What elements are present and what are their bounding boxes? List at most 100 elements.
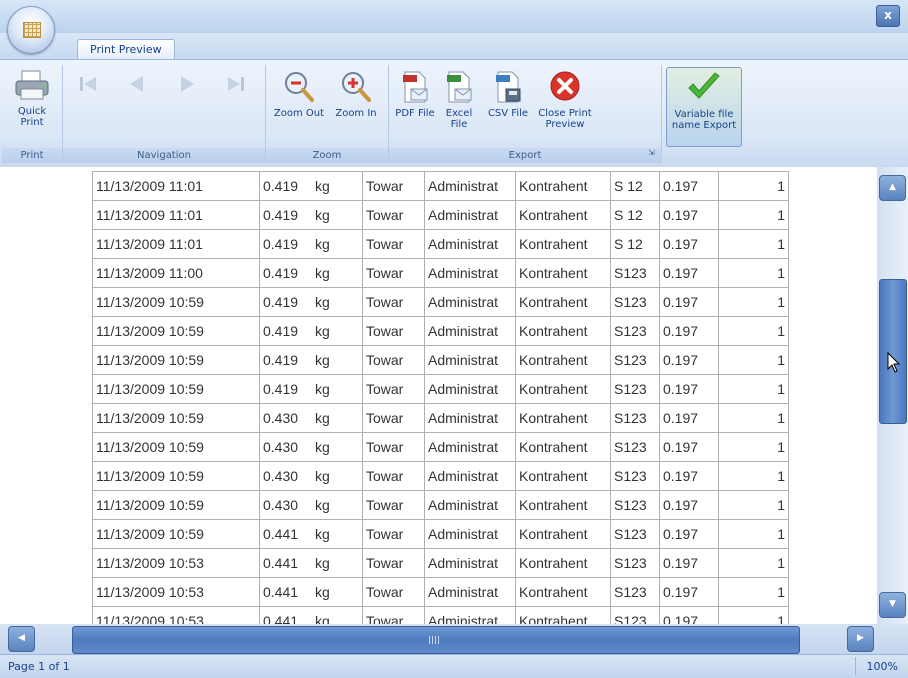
csv-file-button[interactable]: CSV File (485, 69, 531, 119)
status-bar: Page 1 of 1 100% (0, 654, 908, 678)
zoom-in-button[interactable]: Zoom In (330, 69, 382, 119)
user-cell: Administrat (424, 229, 516, 259)
date-cell: 11/13/2009 10:59 (92, 374, 260, 404)
previous-page-button[interactable] (119, 69, 155, 102)
table-row: 11/13/2009 10:53 0.441 kg Towar Administrat K… (92, 606, 789, 624)
variable-file-name-export-button[interactable]: Variable file name Export (666, 67, 742, 147)
user-cell: Administrat (424, 403, 516, 433)
user-cell: Administrat (424, 374, 516, 404)
close-window-button[interactable]: x (876, 5, 900, 27)
user-cell: Administrat (424, 490, 516, 520)
app-logo-icon (23, 22, 41, 38)
date-cell: 11/13/2009 10:59 (92, 403, 260, 433)
pdf-file-button[interactable]: PDF File (393, 69, 437, 119)
price-cell: 0.197 (659, 200, 719, 230)
scroll-left-button[interactable]: ◀ (8, 626, 35, 652)
excel-file-icon (447, 71, 472, 103)
product-cell: Towar (362, 432, 425, 462)
date-cell: 11/13/2009 11:01 (92, 229, 260, 259)
price-cell: 0.197 (659, 374, 719, 404)
zoom-in-icon (342, 72, 371, 102)
scroll-grip-icon (429, 636, 439, 644)
contractor-cell: Kontrahent (515, 171, 611, 201)
print-group: Quick Print Print (2, 65, 63, 163)
price-cell: 0.197 (659, 287, 719, 317)
product-cell: Towar (362, 287, 425, 317)
unit-cell: kg (312, 374, 363, 404)
zoom-group: Zoom Out Zoom In Zoom (266, 65, 389, 163)
zoom-in-label: Zoom In (335, 108, 377, 119)
excel-file-button[interactable]: Excel File (439, 69, 479, 130)
table-row: 11/13/2009 10:59 0.419 kg Towar Administrat K… (92, 287, 789, 317)
date-cell: 11/13/2009 10:59 (92, 316, 260, 346)
weight-cell: 0.419 (259, 200, 312, 230)
unit-cell: kg (312, 577, 363, 607)
ribbon-tab-strip: Print Preview (0, 33, 908, 60)
date-cell: 11/13/2009 10:59 (92, 461, 260, 491)
last-page-button[interactable] (217, 69, 253, 102)
export-dialog-launcher-icon[interactable]: ⇲ (648, 148, 657, 157)
price-cell: 0.197 (659, 316, 719, 346)
quantity-cell: 1 (718, 432, 789, 462)
zoom-out-button[interactable]: Zoom Out (270, 69, 328, 119)
table-row: 11/13/2009 10:53 0.441 kg Towar Administrat K… (92, 577, 789, 607)
product-cell: Towar (362, 490, 425, 520)
close-preview-label-1: Close Print (538, 108, 592, 119)
user-cell: Administrat (424, 171, 516, 201)
quantity-cell: 1 (718, 345, 789, 375)
quantity-cell: 1 (718, 490, 789, 520)
unit-cell: kg (312, 606, 363, 624)
excel-file-label-2: File (450, 119, 468, 130)
application-menu-button[interactable] (7, 6, 55, 54)
product-cell: Towar (362, 316, 425, 346)
date-cell: 11/13/2009 10:59 (92, 432, 260, 462)
code-cell: S123 (610, 490, 660, 520)
price-cell: 0.197 (659, 548, 719, 578)
tab-print-preview[interactable]: Print Preview (77, 39, 175, 60)
contractor-cell: Kontrahent (515, 577, 611, 607)
zoom-out-icon (285, 72, 314, 102)
quantity-cell: 1 (718, 258, 789, 288)
contractor-cell: Kontrahent (515, 316, 611, 346)
weight-cell: 0.441 (259, 577, 312, 607)
contractor-cell: Kontrahent (515, 345, 611, 375)
unit-cell: kg (312, 258, 363, 288)
contractor-cell: Kontrahent (515, 287, 611, 317)
close-print-preview-button[interactable]: Close Print Preview (537, 69, 593, 130)
quantity-cell: 1 (718, 171, 789, 201)
first-page-button[interactable] (71, 69, 107, 102)
weight-cell: 0.430 (259, 461, 312, 491)
contractor-cell: Kontrahent (515, 461, 611, 491)
code-cell: S123 (610, 403, 660, 433)
first-page-icon (80, 77, 96, 91)
scroll-up-button[interactable]: ▲ (879, 175, 906, 201)
quick-print-label-1: Quick (17, 106, 47, 117)
user-cell: Administrat (424, 200, 516, 230)
scroll-down-button[interactable]: ▼ (879, 592, 906, 618)
quantity-cell: 1 (718, 316, 789, 346)
horizontal-scroll-thumb[interactable] (72, 626, 800, 654)
unit-cell: kg (312, 345, 363, 375)
user-cell: Administrat (424, 287, 516, 317)
table-row: 11/13/2009 10:59 0.419 kg Towar Administrat K… (92, 345, 789, 375)
date-cell: 11/13/2009 10:53 (92, 606, 260, 624)
preview-content-area: 11/13/2009 11:01 0.419 kg Towar Administrat K… (0, 167, 877, 624)
vertical-scrollbar[interactable]: ▲ ▼ (877, 167, 908, 624)
contractor-cell: Kontrahent (515, 200, 611, 230)
ribbon: Quick Print Print Navigation Zoom Out Zo… (0, 59, 908, 168)
quick-print-button[interactable]: Quick Print (6, 69, 58, 128)
scroll-right-button[interactable]: ▶ (847, 626, 874, 652)
horizontal-scrollbar[interactable]: ◀ ▶ (0, 624, 908, 654)
weight-cell: 0.419 (259, 345, 312, 375)
quantity-cell: 1 (718, 403, 789, 433)
code-cell: S123 (610, 374, 660, 404)
user-cell: Administrat (424, 548, 516, 578)
price-cell: 0.197 (659, 577, 719, 607)
next-page-button[interactable] (169, 69, 205, 102)
table-row: 11/13/2009 11:01 0.419 kg Towar Administrat K… (92, 229, 789, 259)
close-red-icon (550, 71, 580, 101)
code-cell: S123 (610, 461, 660, 491)
code-cell: S 12 (610, 200, 660, 230)
close-preview-label-2: Preview (545, 119, 585, 130)
user-cell: Administrat (424, 519, 516, 549)
